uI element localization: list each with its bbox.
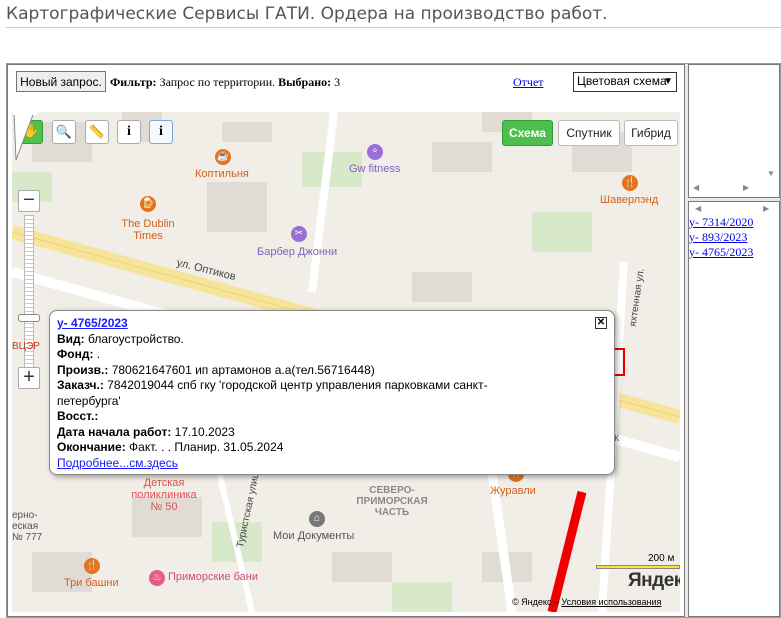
map-type-satellite-button[interactable]: Спутник — [558, 120, 620, 146]
chevron-down-icon: ▼ — [663, 76, 673, 87]
poi-clinic-line3: № 50 — [150, 501, 178, 513]
selected-label: Выбрано: — [278, 75, 332, 89]
poi-school: ерно- еская № 777 — [12, 510, 42, 543]
page-title: Картографические Сервисы ГАТИ. Ордера на… — [6, 4, 608, 24]
poi-dublin-line2: Times — [133, 230, 163, 242]
info-icon: i — [127, 124, 131, 139]
district-line1: СЕВЕРО- — [369, 485, 415, 496]
scroll-left-icon[interactable]: ◀ — [693, 183, 699, 193]
restore-label: Восст.: — [57, 409, 99, 423]
poi-school-line3: № 777 — [12, 532, 43, 543]
map-type-hybrid-button[interactable]: Гибрид — [624, 120, 678, 146]
bathhouse-icon: ♨ — [149, 570, 165, 586]
magnifier-icon: 🔍 — [55, 124, 73, 139]
order-link[interactable]: у- 4765/2023 — [689, 245, 753, 260]
poi-primorskie-bani[interactable]: Приморские бани — [168, 571, 258, 583]
scroll-down-icon[interactable]: ▼ — [767, 169, 775, 179]
scale-bar — [596, 565, 680, 569]
district-label: СЕВЕРО- ПРИМОРСКАЯ ЧАСТЬ — [352, 485, 432, 518]
government-icon: ⌂ — [309, 511, 325, 527]
map-type-scheme-button[interactable]: Схема — [502, 120, 553, 146]
plus-icon: + — [23, 366, 35, 388]
customer-value-line1: 7842019044 спб гку 'городской центр упра… — [107, 378, 488, 392]
yandex-logo: Яндекс — [628, 570, 680, 591]
order-number-link[interactable]: у- 4765/2023 — [57, 316, 128, 330]
scroll-left-icon-2[interactable]: ◀ — [695, 204, 701, 214]
info-tool-alt-button[interactable]: i — [149, 120, 173, 144]
info-alt-icon: i — [159, 124, 163, 139]
order-link[interactable]: у- 7314/2020 — [689, 215, 753, 230]
poi-clinic[interactable]: Детская поликлиника № 50 — [126, 477, 202, 513]
poi-gw-fitness[interactable]: Gw fitness — [349, 163, 400, 175]
barber-icon: ✂ — [291, 226, 307, 242]
zoom-in-button[interactable]: + — [18, 367, 40, 389]
new-request-button[interactable]: Новый запрос. — [16, 71, 106, 92]
color-scheme-value: Цветовая схема — [577, 74, 667, 88]
poi-koptilnya[interactable]: Коптильня — [195, 168, 249, 180]
pub-icon: 🍺 — [140, 196, 156, 212]
poi-shaverlend[interactable]: Шаверлэнд — [600, 194, 658, 206]
zoom-area-tool-button[interactable]: 🔍 — [52, 120, 76, 144]
orders-list: у- 7314/2020 у- 893/2023 у- 4765/2023 — [689, 215, 753, 260]
poi-dublin-line1: The Dublin — [121, 218, 175, 230]
report-link[interactable]: Отчет — [513, 75, 544, 90]
ruler-icon: 📏 — [88, 124, 106, 139]
customer-label: Заказч.: — [57, 378, 104, 392]
color-scheme-select[interactable]: Цветовая схема ▼ — [573, 72, 677, 92]
terms-link[interactable]: Условия использования — [561, 597, 661, 607]
map-canvas[interactable]: ✋ 🔍 📏 i i Схема Спутник Гибрид − + ☕ Коп… — [12, 112, 680, 612]
customer-value-line2: петербурга' — [57, 393, 121, 408]
close-icon[interactable]: ✕ — [595, 317, 607, 329]
fund-value: . — [96, 347, 101, 361]
poi-school-line2: еская — [12, 521, 39, 532]
type-label: Вид: — [57, 331, 85, 346]
poi-moi-documents[interactable]: Мои Документы — [273, 530, 354, 542]
district-line3: ЧАСТЬ — [374, 507, 410, 518]
poi-clinic-line2: поликлиника — [131, 489, 197, 501]
poi-dublin[interactable]: The Dublin Times — [120, 218, 176, 242]
type-value: благоустройство. — [88, 331, 184, 346]
minus-icon: − — [23, 189, 35, 211]
title-divider — [6, 27, 781, 28]
map-application: Новый запрос. Фильтр: Запрос по территор… — [6, 63, 781, 618]
poi-clinic-line1: Детская — [143, 477, 185, 489]
order-link[interactable]: у- 893/2023 — [689, 230, 753, 245]
scroll-right-icon-2[interactable]: ▶ — [763, 204, 769, 214]
cafe-icon: ☕ — [215, 149, 231, 165]
start-date-value: 17.10.2023 — [174, 424, 235, 439]
end-date-value: Факт. . . Планир. 31.05.2024 — [129, 440, 284, 454]
fastfood-icon: 🍴 — [622, 175, 638, 191]
main-map-panel: Новый запрос. Фильтр: Запрос по территор… — [7, 64, 685, 617]
popup-tail — [13, 112, 37, 161]
copyright-text: © Яндекс – — [512, 597, 559, 607]
ruler-tool-button[interactable]: 📏 — [85, 120, 109, 144]
district-line2: ПРИМОРСКАЯ — [356, 496, 428, 507]
poi-barber[interactable]: Барбер Джонни — [257, 246, 337, 258]
poi-vcer: ВЦЭР — [12, 341, 40, 352]
poi-zhuravli[interactable]: Журавли — [490, 485, 536, 497]
scroll-right-icon[interactable]: ▶ — [743, 183, 749, 193]
filter-value: Запрос по территории. — [159, 75, 276, 89]
filter-status: Фильтр: Запрос по территории. Выбрано: 3 — [110, 75, 340, 90]
fund-label: Фонд: — [57, 347, 94, 361]
poi-tri-bashni[interactable]: Три башни — [64, 577, 119, 589]
producer-value: 780621647601 ип артамонов а.а(тел.567164… — [111, 362, 375, 377]
end-date-label: Окончание: — [57, 440, 126, 454]
map-copyright: © Яндекс – Условия использования — [512, 597, 661, 607]
zoom-out-button[interactable]: − — [18, 190, 40, 212]
producer-label: Произв.: — [57, 362, 109, 377]
right-top-panel[interactable]: ◀ ▶ ▼ — [688, 64, 780, 198]
more-details-link[interactable]: Подробнее...см.здесь — [57, 456, 178, 470]
scale-label: 200 м — [648, 553, 675, 564]
info-tool-button[interactable]: i — [117, 120, 141, 144]
zoom-slider-handle[interactable] — [18, 314, 40, 322]
poi-school-line1: ерно- — [12, 510, 38, 521]
start-date-label: Дата начала работ: — [57, 424, 172, 439]
food-icon: 🍴 — [84, 558, 100, 574]
order-info-popup: ✕ у- 4765/2023 Вид: благоустройство. Фон… — [49, 310, 615, 475]
fitness-icon: ⚬ — [367, 144, 383, 160]
selected-count: 3 — [334, 75, 341, 89]
orders-list-panel[interactable]: ◀ ▶ у- 7314/2020 у- 893/2023 у- 4765/202… — [688, 201, 780, 617]
filter-label: Фильтр: — [110, 75, 157, 89]
